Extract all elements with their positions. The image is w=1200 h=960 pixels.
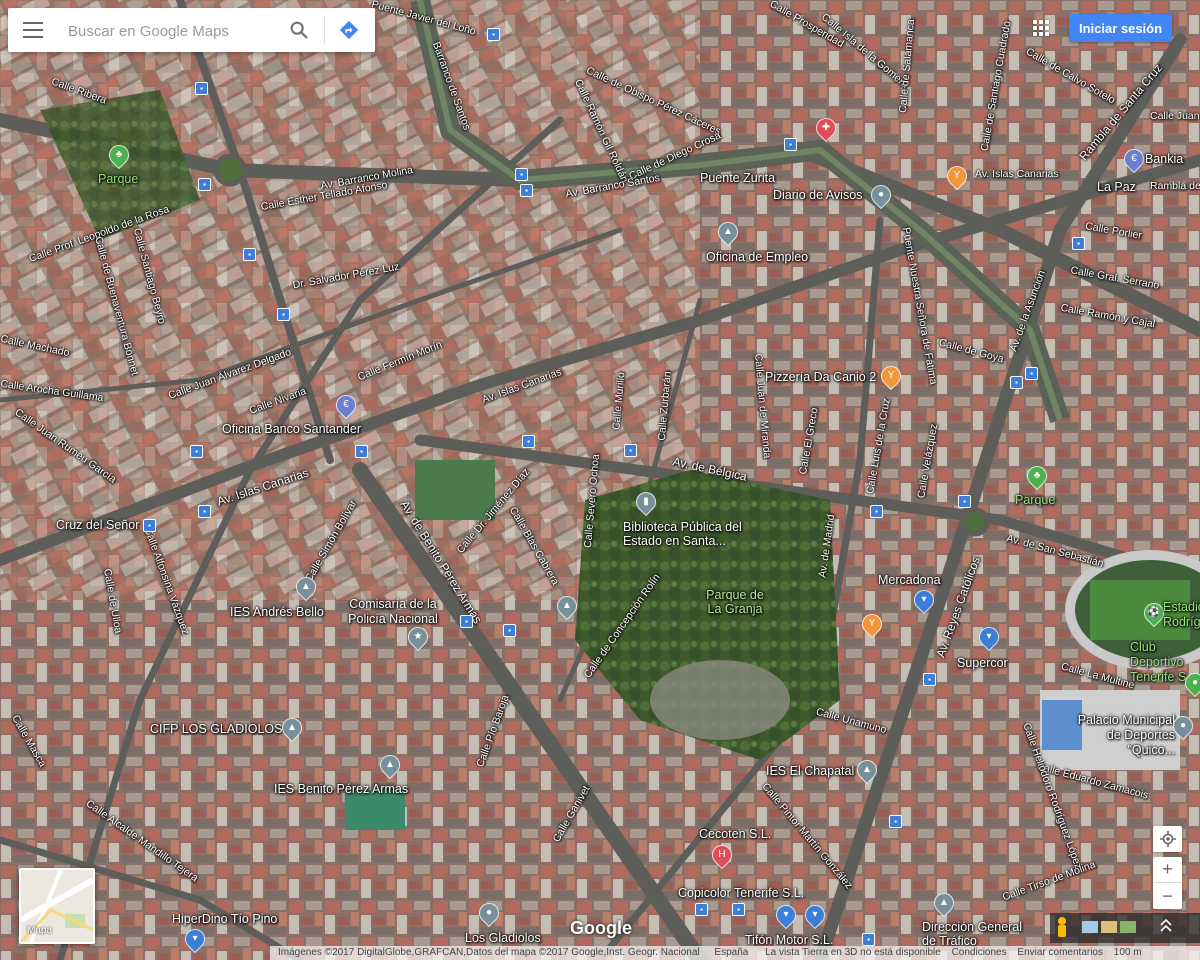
place-label[interactable]: Biblioteca Pública del Estado en Santa..… — [623, 520, 753, 548]
search-icon[interactable] — [288, 19, 310, 41]
place-label[interactable]: Mercadona — [878, 573, 941, 587]
place-label[interactable]: Bankia — [1145, 152, 1183, 166]
place-label[interactable]: Cruz del Señor — [56, 518, 139, 532]
bus-stop-icon[interactable]: ▪ — [695, 903, 708, 916]
zoom-in-button[interactable]: + — [1153, 857, 1182, 883]
bus-stop-icon[interactable]: ▪ — [522, 435, 535, 448]
menu-icon[interactable] — [23, 22, 43, 38]
place-label[interactable]: Comisaría de la Policía Nacional — [343, 597, 443, 627]
imagery-thumb-1 — [1082, 921, 1098, 933]
place-label[interactable]: Puente Zurita — [700, 171, 775, 185]
bus-stop-icon[interactable]: ▪ — [862, 933, 875, 946]
bus-stop-icon[interactable]: ▪ — [1025, 367, 1038, 380]
layer-strip-graphics — [1058, 917, 1172, 937]
crosshair-icon — [1159, 831, 1176, 847]
bus-stop-icon[interactable]: ▪ — [143, 519, 156, 532]
place-label[interactable]: Palacio Municipal de Deportes "Quico... — [1065, 713, 1175, 758]
my-location-button[interactable] — [1153, 826, 1182, 852]
feedback-link[interactable]: Enviar comentarios — [1017, 947, 1103, 958]
bus-stop-icon[interactable]: ▪ — [355, 445, 368, 458]
imagery-thumb-3 — [1120, 921, 1136, 933]
place-label[interactable]: HiperDino Tío Pino — [172, 912, 277, 926]
country-link[interactable]: España — [714, 947, 748, 958]
bus-stop-icon[interactable]: ▪ — [487, 28, 500, 41]
zoom-out-button[interactable]: − — [1153, 883, 1182, 909]
place-label[interactable]: Oficina Banco Santander — [222, 422, 361, 436]
signin-button[interactable]: Iniciar sesión — [1069, 14, 1172, 42]
bus-stop-icon[interactable]: ▪ — [190, 445, 203, 458]
street-label: Av. Islas Canarias — [975, 168, 1059, 180]
bus-stop-icon[interactable]: ▪ — [624, 444, 637, 457]
place-label[interactable]: Parque — [1015, 493, 1055, 507]
place-label[interactable]: Copicolor Tenerife S.L. — [678, 886, 804, 900]
place-label[interactable]: Parque de La Granja — [705, 588, 765, 616]
place-label[interactable]: Tifón Motor S.L. — [745, 933, 833, 947]
scale-label: 100 m — [1113, 947, 1142, 958]
place-label[interactable]: Estadio Rodríguez — [1163, 600, 1200, 630]
place-label[interactable]: Cecoten S.L. — [699, 827, 771, 841]
place-label[interactable]: Los Gladiolos — [465, 931, 541, 945]
bus-stop-icon[interactable]: ▪ — [520, 184, 533, 197]
bus-stop-icon[interactable]: ▪ — [784, 138, 797, 151]
bus-stop-icon[interactable]: ▪ — [198, 505, 211, 518]
bus-stop-icon[interactable]: ▪ — [503, 624, 516, 637]
bus-stop-icon[interactable]: ▪ — [198, 178, 211, 191]
search-divider — [324, 16, 325, 44]
terms-link[interactable]: Condiciones — [952, 947, 1007, 958]
map-controls: + − — [1153, 826, 1182, 909]
layer-strip — [1050, 913, 1200, 943]
place-label[interactable]: La Paz — [1097, 180, 1136, 194]
bus-stop-icon[interactable]: ▪ — [515, 168, 528, 181]
search-box — [8, 8, 375, 52]
bus-stop-icon[interactable]: ▪ — [195, 82, 208, 95]
street-label: Calle Juan — [1150, 110, 1200, 122]
place-label[interactable]: Oficina de Empleo — [706, 250, 808, 264]
bus-stop-icon[interactable]: ▪ — [1010, 376, 1023, 389]
place-label[interactable]: Parque — [98, 172, 138, 186]
map-footer: Imágenes ©2017 DigitalGlobe,GRAFCAN,Dato… — [270, 946, 1200, 960]
bus-stop-icon[interactable]: ▪ — [889, 815, 902, 828]
map-type-toggle[interactable]: Mapa — [19, 868, 95, 944]
bus-stop-icon[interactable]: ▪ — [958, 495, 971, 508]
bus-stop-icon[interactable]: ▪ — [1072, 237, 1085, 250]
place-label[interactable]: Diario de Avisos — [773, 188, 862, 202]
place-label[interactable]: Pizzería Da Canio 2 — [765, 370, 876, 384]
imagery-thumb-2 — [1101, 921, 1117, 933]
imagery-attribution: Imágenes ©2017 DigitalGlobe,GRAFCAN,Dato… — [278, 947, 700, 958]
bus-stop-icon[interactable]: ▪ — [732, 903, 745, 916]
bus-stop-icon[interactable]: ▪ — [870, 505, 883, 518]
place-label[interactable]: Dirección General de Tráfico — [922, 920, 1032, 948]
google-logo: Google — [570, 918, 632, 938]
place-label[interactable]: IES El Chapatal — [766, 764, 854, 778]
place-label[interactable]: IES Andrés Bello — [230, 605, 324, 619]
bus-stop-icon[interactable]: ▪ — [277, 308, 290, 321]
bus-stop-icon[interactable]: ▪ — [923, 673, 936, 686]
place-label[interactable]: CIFP LOS GLADIOLOS — [150, 722, 282, 736]
map-type-label: Mapa — [27, 925, 53, 936]
bus-stop-icon[interactable]: ▪ — [243, 248, 256, 261]
bus-stop-icon[interactable]: ▪ — [460, 615, 473, 628]
place-label[interactable]: Supercor — [957, 656, 1008, 670]
directions-icon[interactable] — [338, 19, 360, 41]
place-label[interactable]: IES Benito Pérez Armas — [274, 782, 408, 796]
expand-chevron-icon — [1160, 918, 1172, 932]
pegman-icon — [1058, 917, 1066, 937]
apps-grid-icon[interactable] — [1033, 20, 1049, 36]
3d-notice: La vista Tierra en 3D no está disponible — [765, 947, 941, 958]
search-input[interactable] — [66, 18, 280, 44]
street-label: Rambla de — [1150, 180, 1200, 192]
